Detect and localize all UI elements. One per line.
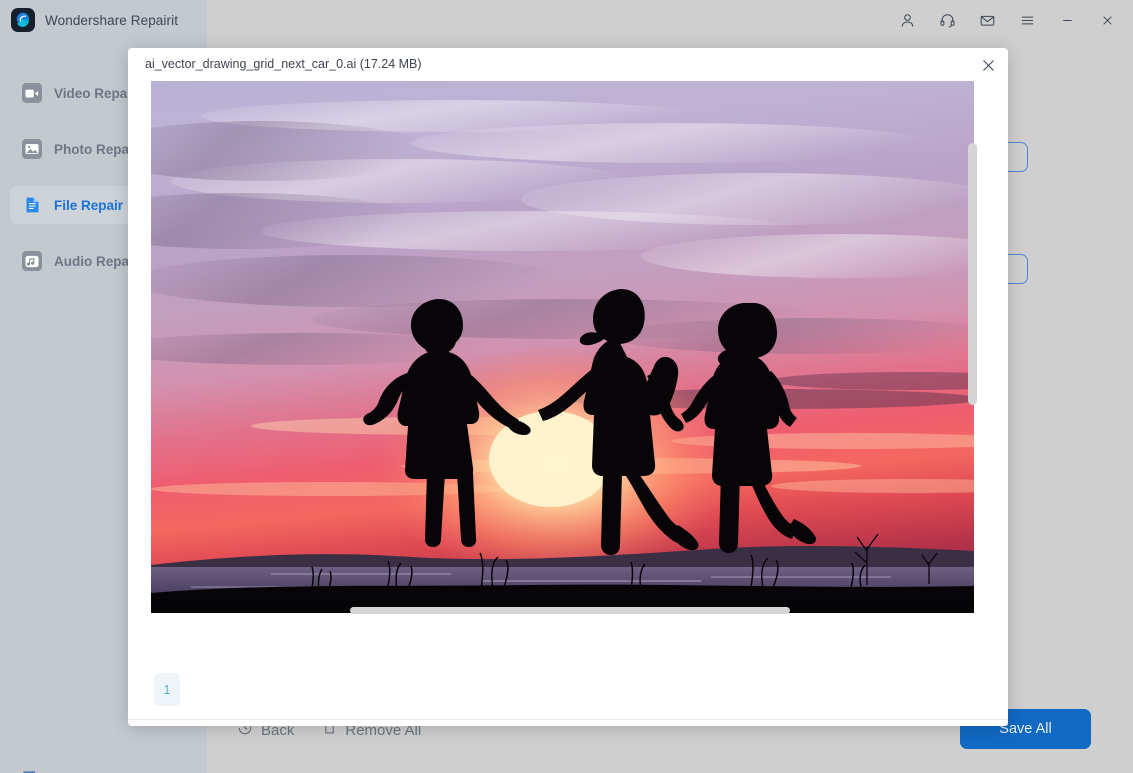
preview-viewport[interactable] — [151, 81, 974, 658]
page-thumbnail-strip: 1 — [128, 658, 1008, 720]
dialog-header: ai_vector_drawing_grid_next_car_0.ai (17… — [128, 48, 1008, 81]
vertical-scrollbar[interactable] — [968, 143, 977, 405]
file-preview-dialog: ai_vector_drawing_grid_next_car_0.ai (17… — [128, 48, 1008, 726]
modal-overlay: ai_vector_drawing_grid_next_car_0.ai (17… — [0, 0, 1133, 773]
horizontal-scrollbar[interactable] — [350, 607, 790, 614]
close-icon[interactable] — [976, 53, 1000, 77]
page-thumbnail-1[interactable]: 1 — [154, 673, 180, 706]
app-window: Wondershare Repairit Video Repair Photo … — [0, 0, 1133, 773]
preview-image — [151, 81, 974, 613]
dialog-title: ai_vector_drawing_grid_next_car_0.ai (17… — [145, 57, 422, 71]
dialog-footer — [128, 720, 1008, 726]
